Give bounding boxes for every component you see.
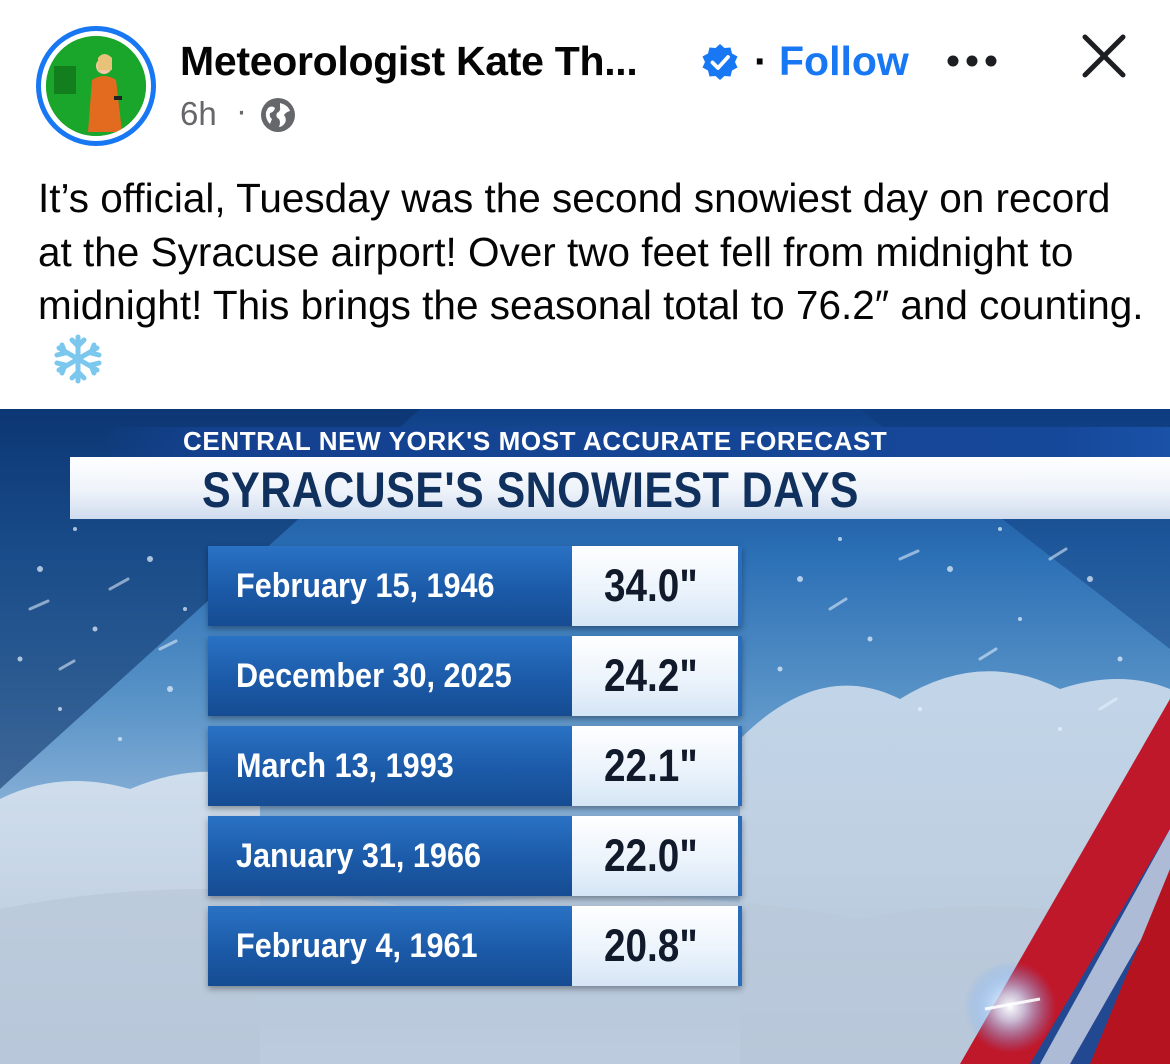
- table-row: March 13, 1993 22.1": [208, 726, 742, 806]
- row-date-cell: December 30, 2025: [208, 636, 572, 716]
- row-amount: 24.2": [604, 650, 698, 701]
- globe-icon[interactable]: [260, 97, 296, 133]
- avatar-image: [46, 36, 146, 136]
- row-date: December 30, 2025: [236, 657, 512, 695]
- verified-badge-icon: [702, 44, 738, 80]
- author-name[interactable]: Meteorologist Kate Th...: [180, 38, 638, 85]
- follow-button[interactable]: Follow: [779, 38, 909, 85]
- row-amount-cell: 24.2": [572, 636, 742, 716]
- post-image[interactable]: CENTRAL NEW YORK'S MOST ACCURATE FORECAS…: [0, 409, 1170, 1064]
- row-amount: 34.0": [604, 560, 698, 611]
- table-row: January 31, 1966 22.0": [208, 816, 742, 896]
- post-text: It’s official, Tuesday was the second sn…: [38, 172, 1148, 390]
- banner-subtitle: CENTRAL NEW YORK'S MOST ACCURATE FORECAS…: [183, 426, 888, 456]
- row-date: March 13, 1993: [236, 747, 454, 785]
- row-date-cell: January 31, 1966: [208, 816, 572, 896]
- row-date-cell: February 15, 1946: [208, 546, 572, 626]
- row-date-cell: February 4, 1961: [208, 906, 572, 986]
- row-date: February 15, 1946: [236, 567, 495, 605]
- row-amount-cell: 22.1": [572, 726, 742, 806]
- close-icon[interactable]: [1080, 32, 1128, 80]
- header-separator: ·: [754, 38, 768, 84]
- snowiest-days-table: February 15, 1946 34.0" December 30, 202…: [208, 546, 742, 996]
- more-options-icon[interactable]: [946, 54, 998, 68]
- row-amount-cell: 20.8": [572, 906, 742, 986]
- meta-separator: ·: [236, 92, 247, 129]
- row-amount: 20.8": [604, 920, 698, 971]
- table-row: February 15, 1946 34.0": [208, 546, 742, 626]
- row-date: January 31, 1966: [236, 837, 481, 875]
- table-row: December 30, 2025 24.2": [208, 636, 742, 716]
- snowflake-icon: [54, 334, 102, 383]
- post-body: It’s official, Tuesday was the second sn…: [38, 175, 1144, 328]
- banner-title: SYRACUSE'S SNOWIEST DAYS: [202, 462, 859, 518]
- row-date: February 4, 1961: [236, 927, 478, 965]
- post-timestamp[interactable]: 6h: [180, 95, 217, 133]
- row-date-cell: March 13, 1993: [208, 726, 572, 806]
- post-header: Meteorologist Kate Th... · Follow 6h ·: [0, 0, 1170, 160]
- row-amount-cell: 22.0": [572, 816, 742, 896]
- row-amount: 22.0": [604, 830, 698, 881]
- row-amount: 22.1": [604, 740, 698, 791]
- table-row: February 4, 1961 20.8": [208, 906, 742, 986]
- avatar[interactable]: [36, 26, 156, 146]
- row-amount-cell: 34.0": [572, 546, 742, 626]
